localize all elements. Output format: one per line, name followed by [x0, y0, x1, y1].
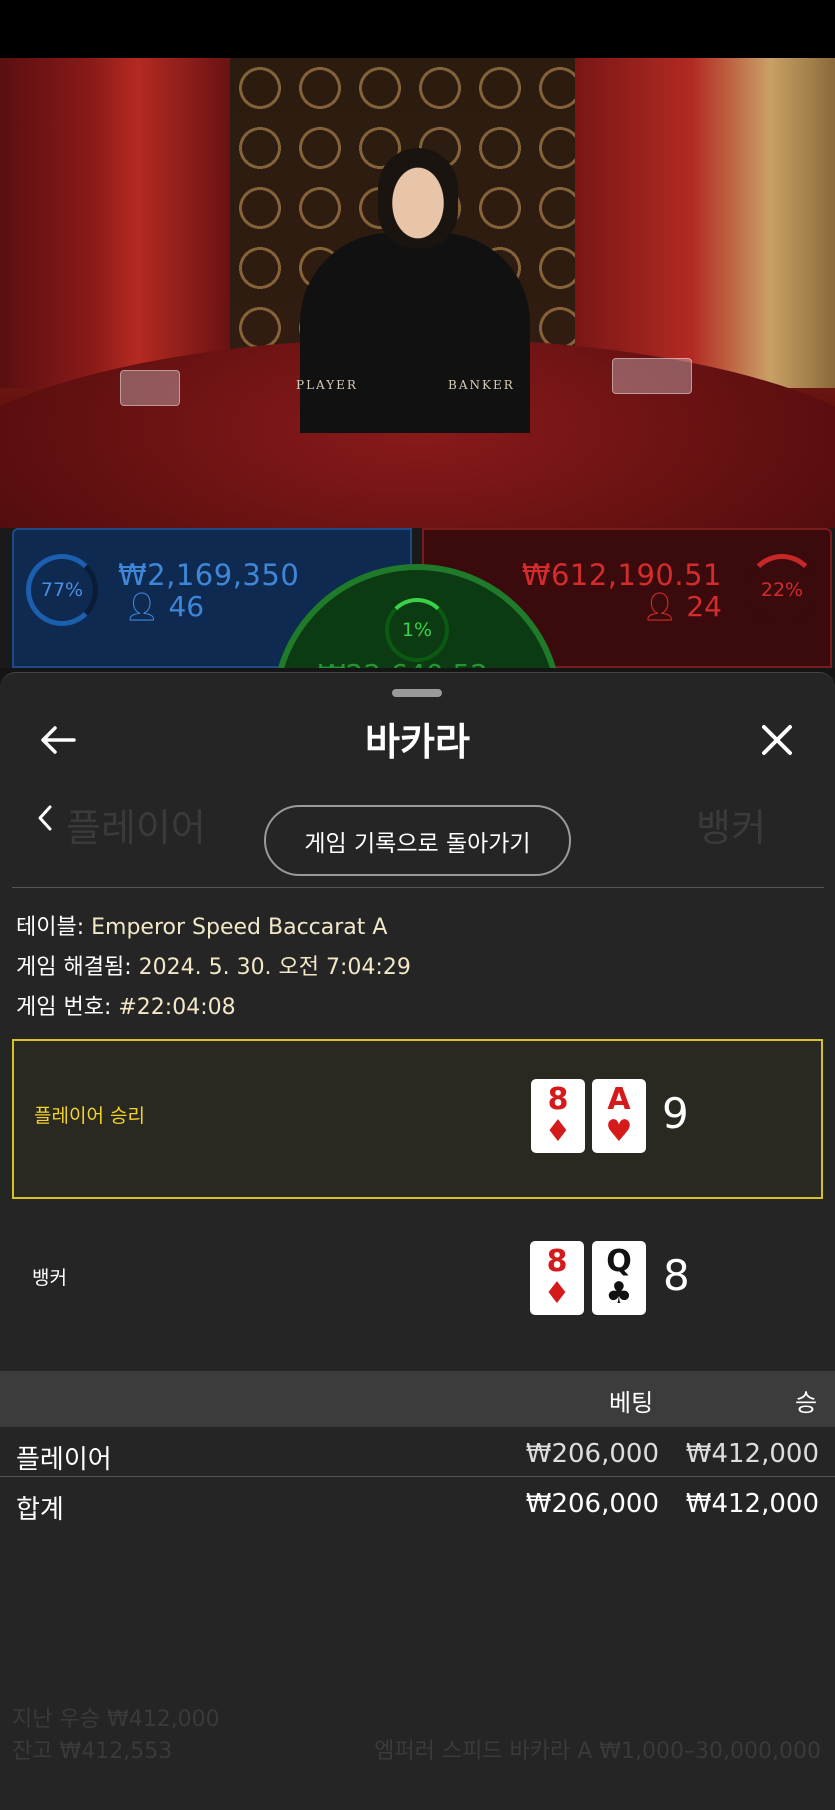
resolved-value: 2024. 5. 30. 오전 7:04:29	[138, 955, 411, 980]
bet-column-header: 베팅	[609, 1389, 654, 1417]
player-count-value: 46	[168, 590, 205, 623]
sheet-title: 바카라	[365, 720, 470, 764]
playing-card: 8 ♦	[531, 1079, 585, 1153]
bets-table-header: 베팅 승	[0, 1371, 835, 1427]
bet-amount: ₩206,000	[525, 1439, 659, 1469]
player-bettor-count: 👤︎ 46	[124, 590, 204, 623]
resolved-info: 게임 해결됨: 2024. 5. 30. 오전 7:04:29	[16, 949, 411, 981]
game-number-info: 게임 번호: #22:04:08	[16, 989, 236, 1021]
status-bar	[0, 0, 835, 58]
diamond-icon: ♦	[543, 1276, 571, 1311]
game-number-value: #22:04:08	[118, 995, 236, 1020]
player-result-row: 플레이어 승리 8 ♦ A ♥ 9	[12, 1039, 823, 1199]
player-score: 9	[662, 1089, 689, 1138]
player-percent-ring: 77%	[26, 554, 98, 626]
banker-percent-ring: 22%	[746, 554, 818, 626]
banker-score: 8	[663, 1251, 690, 1300]
previous-button[interactable]	[20, 793, 70, 843]
backdrop-left	[0, 58, 230, 388]
banker-count-value: 24	[686, 590, 722, 623]
total-win-amount: ₩412,000	[685, 1489, 819, 1519]
game-history-sheet: 바카라 플레이어 뱅커 게임 기록으로 돌아가기 테이블: Emperor Sp…	[0, 672, 835, 1810]
card-shoe-left	[120, 370, 180, 406]
table-info: 테이블: Emperor Speed Baccarat A	[16, 909, 387, 941]
card-rank: Q	[606, 1244, 632, 1279]
tie-percent-ring: 1%	[385, 598, 449, 662]
close-button[interactable]	[752, 715, 802, 765]
dealer-head	[378, 148, 458, 248]
bet-statistics: 77% ₩2,169,350 👤︎ 46 22% ₩612,190.51 👤︎ …	[0, 528, 835, 854]
club-icon: ♣	[605, 1276, 633, 1311]
banker-total-amount: ₩612,190.51	[521, 558, 722, 592]
felt-player-label: PLAYER	[296, 378, 358, 392]
game-number-label: 게임 번호:	[16, 995, 112, 1020]
playing-card: A ♥	[592, 1079, 646, 1153]
last-win-text: 지난 우승 ₩412,000	[12, 1707, 220, 1732]
table-limits-text: 엠퍼러 스피드 바카라 A ₩1,000–30,000,000	[374, 1739, 821, 1764]
chevron-left-icon	[38, 805, 52, 831]
table-row: 플레이어 ₩206,000 ₩412,000	[0, 1431, 835, 1479]
sheet-grabber[interactable]	[392, 689, 442, 697]
total-label: 합계	[16, 1495, 64, 1525]
divider	[12, 887, 824, 888]
return-to-history-button[interactable]: 게임 기록으로 돌아가기	[264, 805, 571, 876]
card-rank: A	[607, 1082, 631, 1117]
live-video: PLAYER BANKER	[0, 58, 835, 528]
table-label: 테이블:	[16, 915, 85, 940]
total-bet-amount: ₩206,000	[525, 1489, 659, 1519]
card-rank: 8	[546, 1244, 568, 1279]
heart-icon: ♥	[605, 1114, 633, 1149]
background-tab-banker: 뱅커	[696, 806, 766, 850]
close-icon	[762, 725, 792, 755]
player-win-label: 플레이어 승리	[34, 1105, 145, 1127]
resolved-label: 게임 해결됨:	[16, 955, 132, 980]
backdrop-right	[575, 58, 835, 388]
user-icon: 👤︎	[641, 590, 678, 623]
user-icon: 👤︎	[124, 590, 160, 623]
diamond-icon: ♦	[544, 1114, 572, 1149]
banker-label: 뱅커	[32, 1267, 67, 1289]
felt-banker-label: BANKER	[448, 378, 515, 392]
banker-result-row: 뱅커 8 ♦ Q ♣ 8	[12, 1203, 823, 1363]
balance-text: 잔고 ₩412,553	[12, 1739, 173, 1764]
player-total-amount: ₩2,169,350	[118, 558, 300, 592]
playing-card: 8 ♦	[530, 1241, 584, 1315]
playing-card: Q ♣	[592, 1241, 646, 1315]
card-shoe-right	[612, 358, 692, 394]
win-column-header: 승	[795, 1389, 818, 1417]
dealer-body	[300, 233, 530, 433]
divider	[0, 1476, 835, 1477]
table-value: Emperor Speed Baccarat A	[91, 915, 388, 940]
bet-name: 플레이어	[16, 1445, 112, 1475]
table-row-total: 합계 ₩206,000 ₩412,000	[0, 1481, 835, 1529]
win-amount: ₩412,000	[685, 1439, 819, 1469]
banker-bettor-count: 👤︎ 24	[642, 590, 722, 623]
card-rank: 8	[547, 1082, 569, 1117]
background-tab-player: 플레이어	[66, 806, 206, 850]
